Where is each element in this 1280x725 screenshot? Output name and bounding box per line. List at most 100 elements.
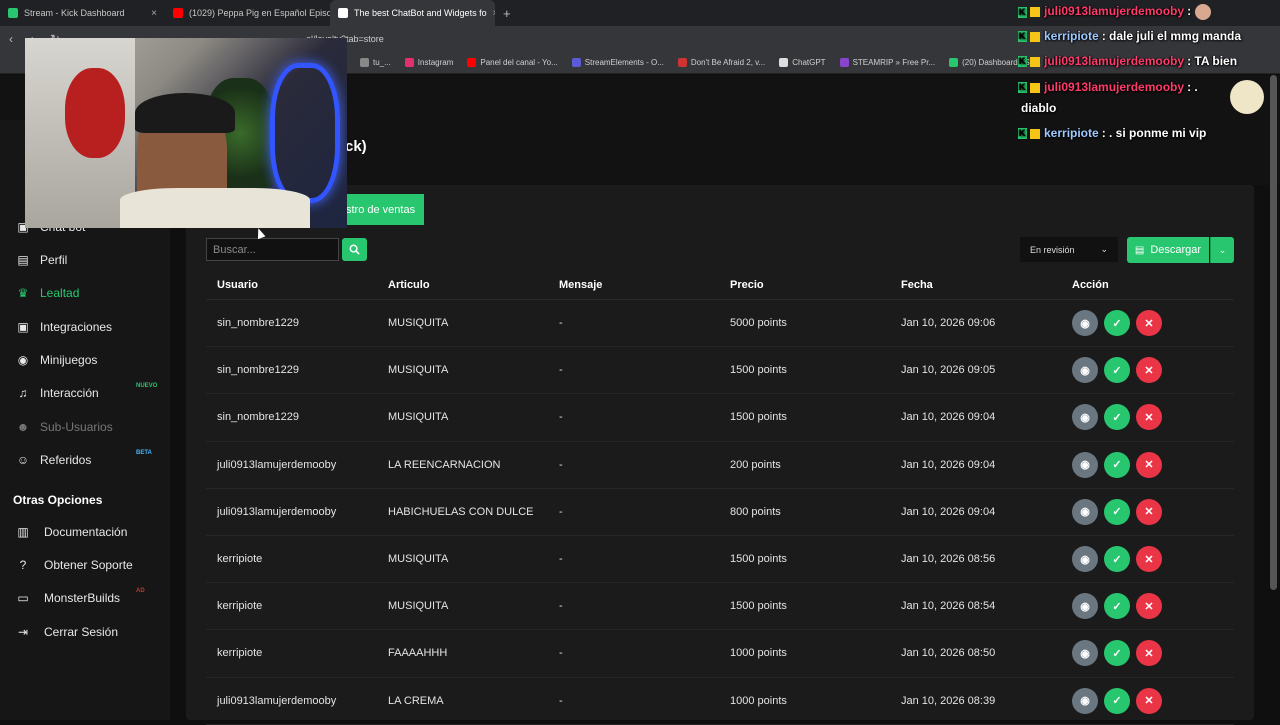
sidebar-item-obtener-soporte[interactable]: ? Obtener Soporte <box>0 550 170 580</box>
eye-icon: ◉ <box>1080 553 1090 566</box>
check-icon: ✓ <box>1112 695 1122 708</box>
close-icon: ✕ <box>1144 364 1154 377</box>
reject-button[interactable]: ✕ <box>1136 687 1162 714</box>
table-row: kerripiote FAAAAHHH - 1000 points Jan 10, 20… <box>206 630 1234 678</box>
bookmark-item[interactable]: Panel del canal - Yo... <box>467 58 558 67</box>
close-icon[interactable]: × <box>151 8 157 19</box>
tab-sales-log[interactable]: stro de ventas <box>336 194 424 225</box>
browser-tab[interactable]: (1029) Peppa Pig en Español Episodio× <box>165 0 330 26</box>
view-button[interactable]: ◉ <box>1072 687 1098 714</box>
bookmark-item[interactable]: StreamElements - O... <box>571 58 664 67</box>
reject-button[interactable]: ✕ <box>1136 498 1162 525</box>
browser-tab[interactable]: The best ChatBot and Widgets fo× <box>330 0 495 26</box>
cell-item: MUSIQUITA <box>388 411 449 424</box>
reject-button[interactable]: ✕ <box>1136 640 1162 667</box>
chat-text: : . si ponme mi vip <box>1101 126 1207 140</box>
eye-icon: ◉ <box>1080 506 1090 519</box>
sidebar-item-referidos[interactable]: ☺ Referidos BETA <box>0 445 170 475</box>
bookmark-icon <box>571 58 581 67</box>
row-actions: ◉ ✓ ✕ <box>1061 640 1234 667</box>
reject-button[interactable]: ✕ <box>1136 310 1162 337</box>
bookmark-icon <box>360 58 369 67</box>
bookmark-item[interactable]: STEAMRIP » Free Pr... <box>839 58 936 67</box>
back-icon[interactable]: ‹ <box>0 32 22 46</box>
sidebar-item-minijuegos[interactable]: ◉ Minijuegos <box>0 345 170 375</box>
download-button[interactable]: ▤ Descargar <box>1127 237 1209 263</box>
scrollbar[interactable] <box>1270 75 1277 590</box>
kick-badge-icon: K <box>1018 31 1027 43</box>
approve-button[interactable]: ✓ <box>1104 357 1130 384</box>
cell-user: juli0913lamujerdemooby <box>217 458 337 471</box>
reject-button[interactable]: ✕ <box>1136 593 1162 620</box>
chat-username: juli0913lamujerdemooby <box>1044 54 1185 68</box>
browser-tab[interactable]: Stream - Kick Dashboard × <box>0 0 165 26</box>
bookmark-label: STEAMRIP » Free Pr... <box>852 58 936 67</box>
view-button[interactable]: ◉ <box>1072 498 1098 525</box>
search-input[interactable] <box>206 238 339 261</box>
close-icon: ✕ <box>1144 317 1154 330</box>
view-button[interactable]: ◉ <box>1072 451 1098 478</box>
cell-price: 1500 points <box>730 553 787 566</box>
approve-button[interactable]: ✓ <box>1104 687 1130 714</box>
sidebar-item-interacci-n[interactable]: ♫ Interacción NUEVO <box>0 378 170 408</box>
sidebar-item-integraciones[interactable]: ▣ Integraciones <box>0 312 170 342</box>
sidebar-item-sub-usuarios[interactable]: ☻ Sub-Usuarios <box>0 412 170 442</box>
approve-button[interactable]: ✓ <box>1104 640 1130 667</box>
sidebar-item-cerrar-sesi-n[interactable]: ⇥ Cerrar Sesión <box>0 617 170 647</box>
chat-message: Kkerripiote: . si ponme mi vip <box>1018 126 1280 140</box>
check-icon: ✓ <box>1112 506 1122 519</box>
bookmark-item[interactable]: tu_... <box>360 58 391 67</box>
sidebar-item-lealtad[interactable]: ♛ Lealtad <box>0 278 170 308</box>
check-icon: ✓ <box>1112 553 1122 566</box>
view-button[interactable]: ◉ <box>1072 357 1098 384</box>
bookmark-item[interactable]: ChatGPT <box>779 58 826 67</box>
sidebar-item-label: Cerrar Sesión <box>44 625 119 639</box>
approve-button[interactable]: ✓ <box>1104 451 1130 478</box>
sidebar-item-label: Lealtad <box>40 286 80 300</box>
cell-price: 1500 points <box>730 411 787 424</box>
eye-icon: ◉ <box>1080 600 1090 613</box>
laptop-icon: ▭ <box>17 591 29 605</box>
status-select[interactable]: En revisión ⌄ <box>1020 237 1118 262</box>
download-options-button[interactable]: ⌄ <box>1210 237 1234 263</box>
row-actions: ◉ ✓ ✕ <box>1061 310 1234 337</box>
chat-username: juli0913lamujerdemooby <box>1044 4 1185 19</box>
reject-button[interactable]: ✕ <box>1136 357 1162 384</box>
view-button[interactable]: ◉ <box>1072 310 1098 337</box>
table-header: Usuario Articulo Mensaje Precio Fecha Ac… <box>206 270 1234 300</box>
stream-chat-overlay: Kjuli0913lamujerdemooby: Kkerripiote: dal… <box>1018 0 1280 150</box>
eye-icon: ◉ <box>1080 647 1090 660</box>
kick-icon <box>8 8 18 18</box>
bookmark-item[interactable]: Don't Be Afraid 2, v... <box>677 58 765 67</box>
sidebar-item-documentaci-n[interactable]: ▥ Documentación <box>0 517 170 547</box>
eye-icon: ◉ <box>1080 411 1090 424</box>
reject-button[interactable]: ✕ <box>1136 451 1162 478</box>
sidebar-item-perfil[interactable]: ▤ Perfil <box>0 245 170 275</box>
chat-message: Kjuli0913lamujerdemooby: <box>1018 4 1280 20</box>
view-button[interactable]: ◉ <box>1072 640 1098 667</box>
cell-price: 1500 points <box>730 364 787 377</box>
view-button[interactable]: ◉ <box>1072 404 1098 431</box>
view-button[interactable]: ◉ <box>1072 546 1098 573</box>
reject-button[interactable]: ✕ <box>1136 404 1162 431</box>
bookmark-label: Panel del canal - Yo... <box>480 58 558 67</box>
bookmark-icon <box>949 58 959 67</box>
view-button[interactable]: ◉ <box>1072 593 1098 620</box>
crown-icon <box>1030 7 1040 17</box>
approve-button[interactable]: ✓ <box>1104 593 1130 620</box>
browser-tab-label: (1029) Peppa Pig en Español Episodio <box>189 8 330 18</box>
new-tab-icon[interactable]: + <box>495 6 519 21</box>
approve-button[interactable]: ✓ <box>1104 404 1130 431</box>
sidebar-item-monsterbuilds[interactable]: ▭ MonsterBuilds AD <box>0 583 170 613</box>
chat-text: : TA bien <box>1187 54 1238 68</box>
approve-button[interactable]: ✓ <box>1104 310 1130 337</box>
bookmark-item[interactable]: Instagram <box>404 58 453 67</box>
reject-button[interactable]: ✕ <box>1136 546 1162 573</box>
cap <box>135 93 235 133</box>
close-icon: ✕ <box>1144 553 1154 566</box>
avatar <box>1230 80 1264 114</box>
approve-button[interactable]: ✓ <box>1104 498 1130 525</box>
search-button[interactable] <box>342 238 367 261</box>
browser-tab-label: Stream - Kick Dashboard <box>24 8 125 18</box>
approve-button[interactable]: ✓ <box>1104 546 1130 573</box>
